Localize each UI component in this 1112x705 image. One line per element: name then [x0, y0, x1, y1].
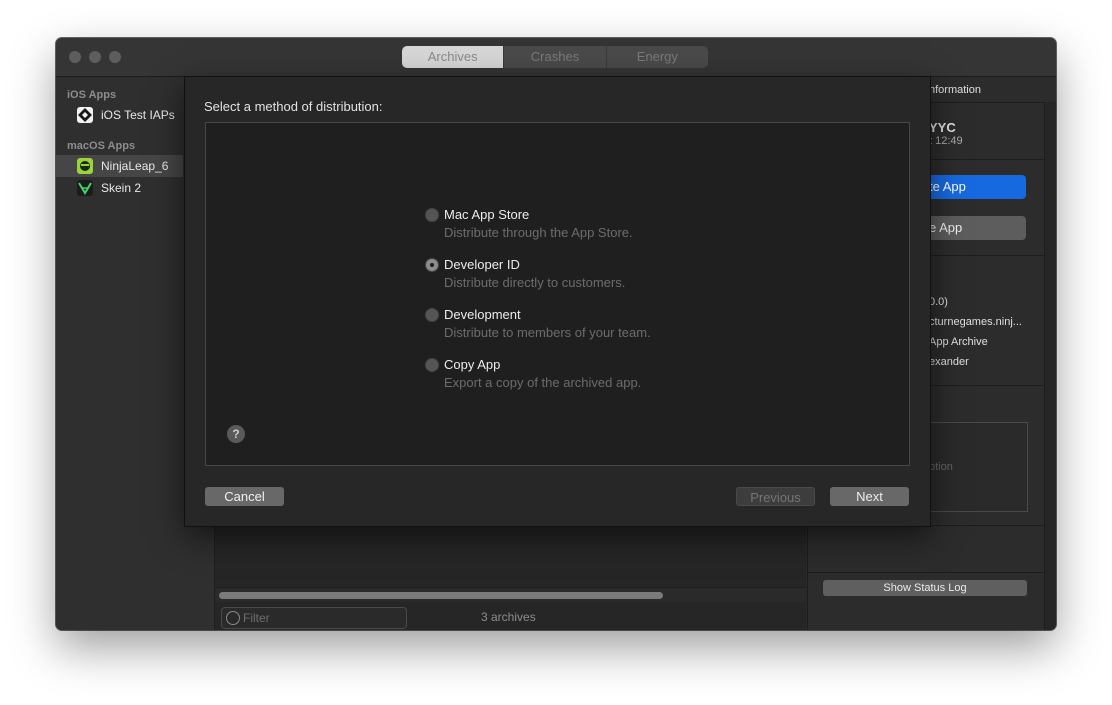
- radio-button-selected[interactable]: [425, 258, 439, 272]
- tab-crashes[interactable]: Crashes: [504, 46, 607, 68]
- option-developer-id[interactable]: Developer ID Distribute directly to cust…: [425, 257, 725, 297]
- help-icon[interactable]: ?: [227, 425, 245, 443]
- sidebar-item-ninjaleap[interactable]: NinjaLeap_6: [56, 155, 183, 177]
- show-status-log-button[interactable]: Show Status Log: [823, 580, 1027, 596]
- info-panel-scrollbar[interactable]: [1044, 102, 1056, 630]
- radio-button[interactable]: [425, 308, 439, 322]
- cancel-button[interactable]: Cancel: [205, 487, 284, 506]
- sidebar-item-label: Skein 2: [101, 181, 142, 195]
- horizontal-scrollbar[interactable]: [215, 587, 806, 602]
- option-description: Export a copy of the archived app.: [444, 375, 642, 390]
- close-window-button[interactable]: [69, 51, 81, 63]
- sidebar-section-ios-apps: iOS Apps: [67, 89, 117, 101]
- scrollbar-thumb[interactable]: [219, 592, 663, 599]
- sidebar-section-macos-apps: macOS Apps: [67, 140, 136, 152]
- distribution-options-box: Mac App Store Distribute through the App…: [205, 122, 910, 466]
- minimize-window-button[interactable]: [89, 51, 101, 63]
- radio-button[interactable]: [425, 358, 439, 372]
- tab-energy[interactable]: Energy: [607, 46, 708, 68]
- archive-time: t 12:49: [929, 135, 963, 147]
- distribution-sheet: Select a method of distribution: Mac App…: [184, 76, 931, 527]
- radio-button[interactable]: [425, 208, 439, 222]
- option-title: Copy App: [444, 357, 501, 372]
- option-title: Developer ID: [444, 257, 520, 272]
- option-copy-app[interactable]: Copy App Export a copy of the archived a…: [425, 357, 725, 397]
- info-header: nformation: [929, 84, 981, 96]
- app-icon-ios-test-iaps: [77, 107, 93, 123]
- option-development[interactable]: Development Distribute to members of you…: [425, 307, 725, 347]
- archive-name: YYC: [929, 120, 956, 135]
- app-icon-ninjaleap: [77, 158, 93, 174]
- filter-placeholder: Filter: [243, 611, 270, 625]
- option-title: Mac App Store: [444, 207, 530, 222]
- option-description: Distribute directly to customers.: [444, 275, 626, 290]
- zoom-window-button[interactable]: [109, 51, 121, 63]
- sidebar-item-label: NinjaLeap_6: [101, 159, 169, 173]
- option-description: Distribute through the App Store.: [444, 225, 633, 240]
- version-detail: 0.0): [929, 296, 948, 308]
- next-button[interactable]: Next: [830, 487, 909, 506]
- option-mac-app-store[interactable]: Mac App Store Distribute through the App…: [425, 207, 725, 247]
- sidebar-item-skein[interactable]: Skein 2: [56, 177, 183, 199]
- title-bar: Archives Crashes Energy: [56, 38, 1056, 77]
- app-icon-skein: [77, 180, 93, 196]
- option-description: Distribute to members of your team.: [444, 325, 651, 340]
- previous-button[interactable]: Previous: [736, 487, 815, 506]
- filter-icon: [226, 611, 240, 625]
- sidebar-item-ios-test-iaps[interactable]: iOS Test IAPs: [56, 104, 183, 126]
- sidebar-item-label: iOS Test IAPs: [101, 108, 175, 122]
- identifier-detail: cturnegames.ninj...: [929, 316, 1022, 328]
- sheet-title: Select a method of distribution:: [204, 99, 383, 114]
- team-detail: exander: [929, 356, 969, 368]
- type-detail: App Archive: [929, 336, 988, 348]
- tab-archives[interactable]: Archives: [402, 46, 505, 68]
- option-title: Development: [444, 307, 521, 322]
- archive-count: 3 archives: [481, 610, 536, 624]
- segmented-control: Archives Crashes Energy: [402, 46, 708, 68]
- filter-field[interactable]: Filter: [221, 607, 407, 629]
